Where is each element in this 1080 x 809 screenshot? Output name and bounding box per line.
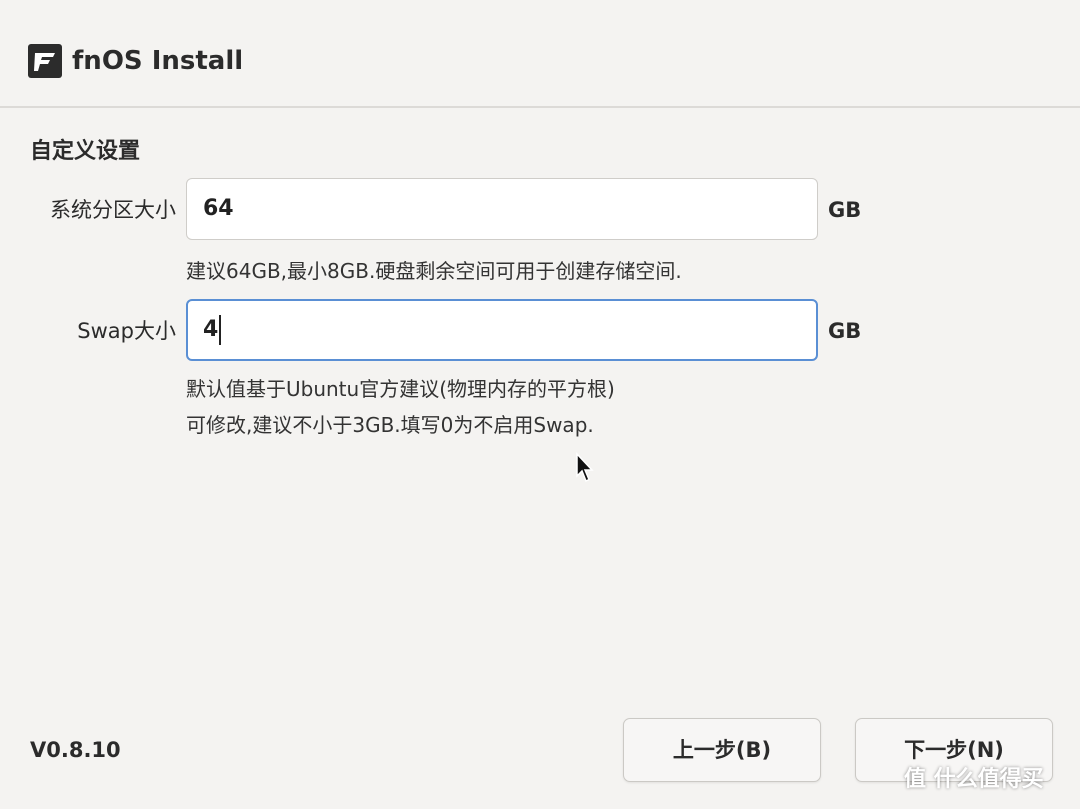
swap-unit: GB — [828, 319, 862, 343]
swap-value: 4 — [203, 317, 219, 342]
section-title: 自定义设置 — [30, 139, 141, 164]
system-partition-label: 系统分区大小 — [50, 198, 176, 222]
swap-hint-line1: 默认值基于Ubuntu官方建议(物理内存的平方根) — [186, 377, 615, 401]
system-partition-unit: GB — [828, 198, 862, 222]
swap-label: Swap大小 — [77, 319, 176, 343]
text-caret — [219, 315, 222, 345]
version-label: V0.8.10 — [30, 738, 121, 762]
system-partition-hint: 建议64GB,最小8GB.硬盘剩余空间可用于创建存储空间. — [186, 259, 682, 283]
window-title: fnOS Install — [72, 46, 244, 76]
mouse-pointer-icon — [575, 452, 595, 484]
prev-button[interactable]: 上一步(B) — [623, 718, 821, 782]
fnos-logo-icon — [28, 44, 62, 78]
swap-input[interactable]: 4 — [186, 299, 818, 361]
title-bar: fnOS Install — [0, 0, 1080, 108]
watermark: 值 什么值得买 — [904, 767, 1044, 792]
system-partition-value: 64 — [203, 196, 234, 221]
installer-window: fnOS Install 自定义设置 系统分区大小 64 GB 建议64GB,最… — [0, 0, 1080, 809]
system-partition-input[interactable]: 64 — [186, 178, 818, 240]
swap-hint-line2: 可修改,建议不小于3GB.填写0为不启用Swap. — [186, 413, 594, 437]
